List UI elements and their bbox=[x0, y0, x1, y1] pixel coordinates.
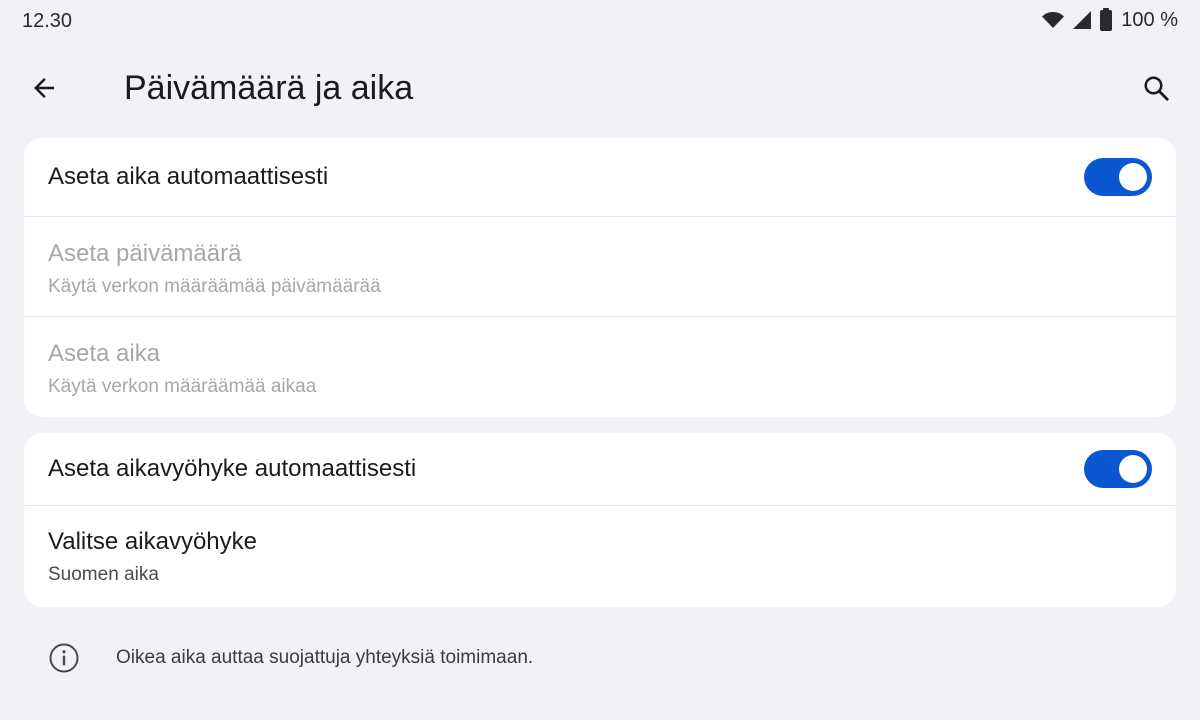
status-time: 12.30 bbox=[22, 10, 73, 32]
back-button[interactable] bbox=[22, 66, 66, 110]
set-date-title: Aseta päivämäärä bbox=[48, 240, 242, 267]
set-date-subtitle: Käytä verkon määräämää päivämäärää bbox=[48, 276, 381, 297]
settings-screen: 12.30 100 % Päivämäärä ja aika Aseta aik… bbox=[0, 0, 1200, 720]
select-timezone-title: Valitse aikavyöhyke bbox=[48, 528, 257, 555]
status-bar: 12.30 100 % bbox=[0, 0, 1200, 40]
footer-text: Oikea aika auttaa suojattuja yhteyksiä t… bbox=[116, 647, 534, 668]
status-icons: 100 % bbox=[1041, 8, 1178, 32]
auto-timezone-row[interactable]: Aseta aikavyöhyke automaattisesti bbox=[24, 433, 1176, 506]
switch-thumb bbox=[1119, 163, 1147, 191]
date-time-card: Aseta aika automaattisesti Aseta päivämä… bbox=[24, 138, 1176, 417]
auto-timezone-title: Aseta aikavyöhyke automaattisesti bbox=[48, 455, 417, 482]
battery-icon bbox=[1100, 8, 1113, 31]
info-icon bbox=[49, 643, 79, 673]
arrow-back-icon bbox=[34, 78, 54, 98]
signal-icon bbox=[1073, 11, 1092, 29]
time-zone-card: Aseta aikavyöhyke automaattisesti Valits… bbox=[24, 433, 1176, 607]
auto-timezone-switch[interactable] bbox=[1084, 450, 1152, 488]
top-app-bar: Päivämäärä ja aika bbox=[0, 60, 1200, 116]
auto-time-row[interactable]: Aseta aika automaattisesti bbox=[24, 138, 1176, 217]
auto-time-title: Aseta aika automaattisesti bbox=[48, 163, 329, 190]
search-icon bbox=[1144, 76, 1169, 101]
wifi-icon bbox=[1042, 12, 1065, 28]
set-time-row[interactable]: Aseta aika Käytä verkon määräämää aikaa bbox=[24, 317, 1176, 417]
set-time-title: Aseta aika bbox=[48, 340, 161, 367]
battery-percentage: 100 % bbox=[1121, 8, 1178, 31]
select-timezone-subtitle: Suomen aika bbox=[48, 564, 159, 585]
select-timezone-row[interactable]: Valitse aikavyöhyke Suomen aika bbox=[24, 506, 1176, 607]
footer-info: Oikea aika auttaa suojattuja yhteyksiä t… bbox=[48, 640, 533, 676]
set-date-row[interactable]: Aseta päivämäärä Käytä verkon määräämää … bbox=[24, 217, 1176, 317]
set-time-subtitle: Käytä verkon määräämää aikaa bbox=[48, 376, 317, 397]
page-title: Päivämäärä ja aika bbox=[124, 69, 414, 107]
search-button[interactable] bbox=[1134, 66, 1178, 110]
switch-thumb bbox=[1119, 455, 1147, 483]
auto-time-switch[interactable] bbox=[1084, 158, 1152, 196]
